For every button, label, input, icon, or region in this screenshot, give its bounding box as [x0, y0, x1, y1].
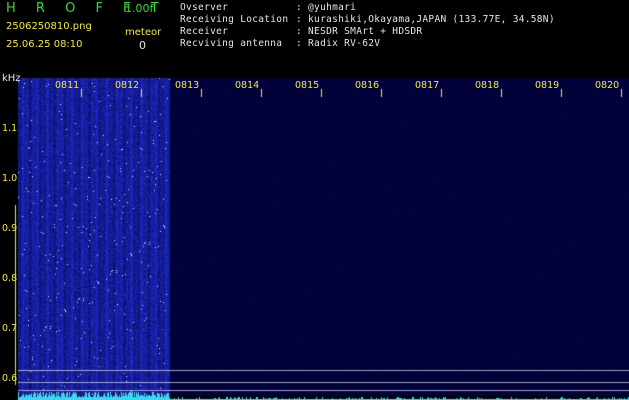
frequency-unit-label: kHz	[2, 73, 21, 84]
time-tick-label: 0814	[235, 80, 260, 91]
meteor-label: meteor	[125, 27, 162, 38]
location-key: Receiving Location	[180, 14, 289, 25]
time-tick-label: 0817	[415, 80, 440, 91]
image-filename: 2506250810.png	[6, 21, 92, 32]
time-tick-label: 0815	[295, 80, 320, 91]
freq-tick-label: 0.6	[2, 373, 18, 384]
observer-key: Ovserver	[180, 2, 229, 13]
meteor-count: 0	[139, 39, 146, 52]
time-tick-label: 0813	[175, 80, 200, 91]
time-tick-label: 0811	[55, 80, 80, 91]
antenna-key: Recviving antenna	[180, 38, 283, 49]
observer-value: : @yuhmari	[296, 2, 357, 13]
time-tick-label: 0816	[355, 80, 380, 91]
receiver-value: : NESDR SMArt + HDSDR	[296, 26, 423, 37]
freq-tick-label: 0.8	[2, 273, 18, 284]
header-panel: H R O F F T 1.00f 2506250810.png meteor …	[0, 0, 629, 77]
freq-tick-label: 0.7	[2, 323, 18, 334]
time-tick-label: 0820	[595, 80, 620, 91]
app-version: 1.00f	[125, 2, 154, 15]
time-tick-label: 0819	[535, 80, 560, 91]
freq-tick-label: 1.1	[2, 123, 18, 134]
time-tick-label: 0818	[475, 80, 500, 91]
location-value: : kurashiki,Okayama,JAPAN (133.77E, 34.5…	[296, 14, 555, 25]
receiver-key: Receiver	[180, 26, 229, 37]
freq-tick-label: 0.9	[2, 223, 18, 234]
antenna-value: : Radix RV-62V	[296, 38, 381, 49]
time-tick-label: 0812	[115, 80, 140, 91]
freq-tick-label: 1.0	[2, 173, 18, 184]
capture-timestamp: 25.06.25 08:10	[6, 39, 83, 50]
